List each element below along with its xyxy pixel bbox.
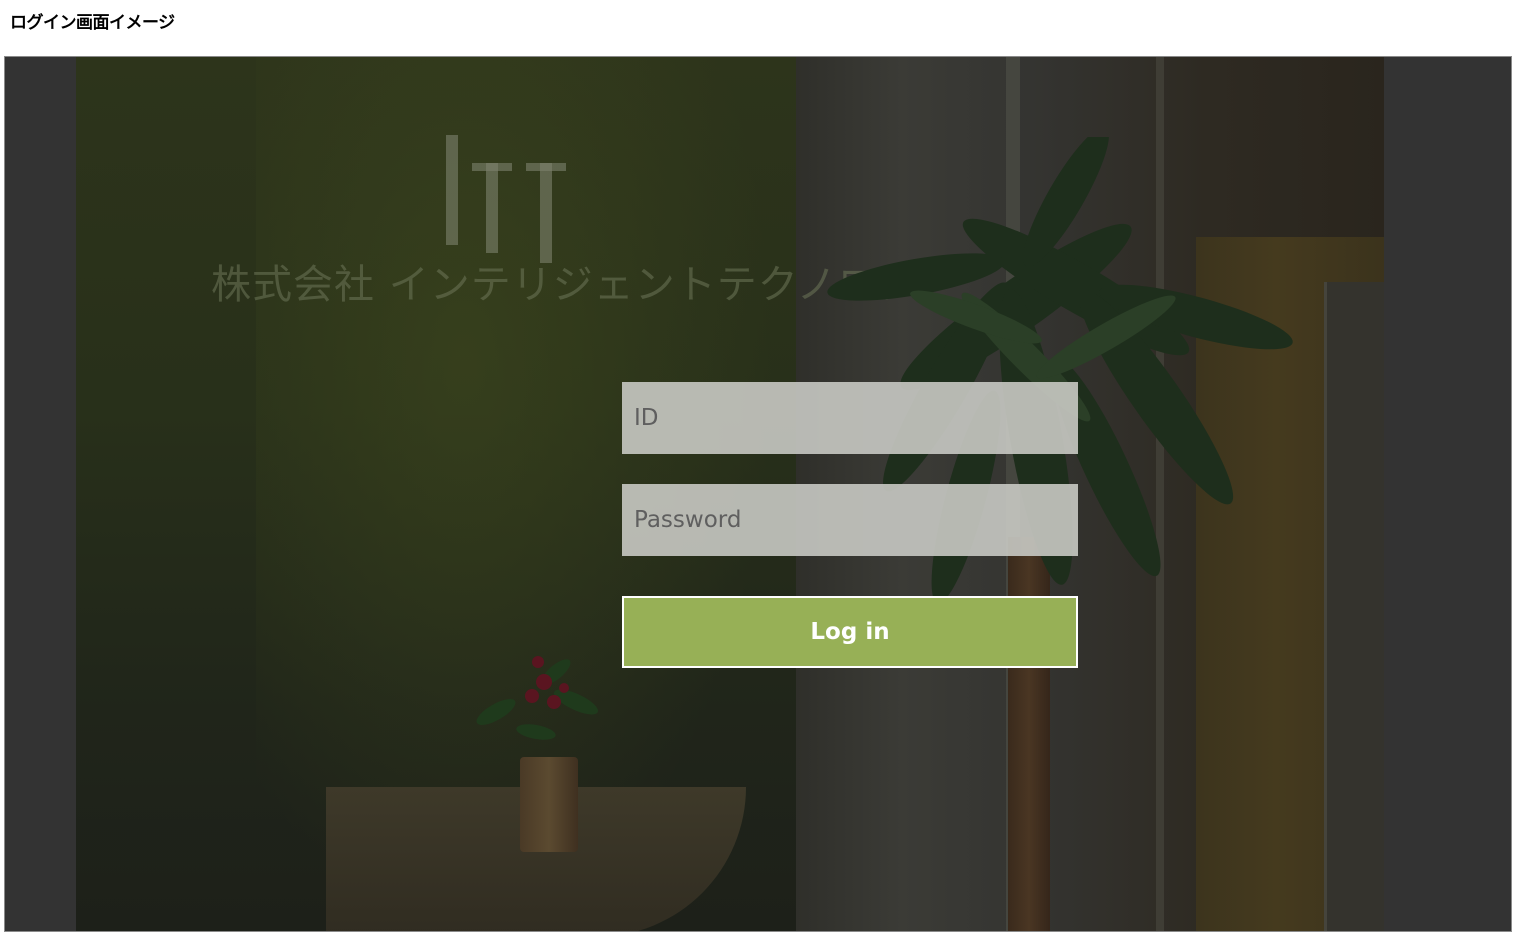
password-input[interactable] (622, 484, 1078, 556)
id-input[interactable] (622, 382, 1078, 454)
flower-arrangement (476, 656, 599, 740)
login-form: Log in (622, 382, 1078, 668)
login-button[interactable]: Log in (622, 596, 1078, 668)
login-screen-frame: 株式会社 インテリジェントテクノロジー ID Log in (4, 56, 1512, 932)
page-title: ログイン画面イメージ (10, 13, 175, 33)
background-photo: 株式会社 インテリジェントテクノロジー ID Log in (76, 57, 1384, 931)
company-logo-mark (446, 135, 566, 263)
